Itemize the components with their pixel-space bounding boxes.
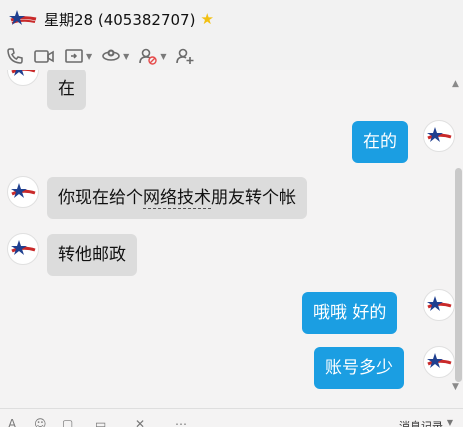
title-row: 星期28 (405382707) ★ bbox=[8, 6, 214, 32]
message-bubble-incoming[interactable]: 转他邮政 bbox=[47, 234, 137, 276]
message-bubble-outgoing[interactable]: 账号多少 bbox=[314, 347, 404, 389]
chevron-down-icon[interactable]: ▼ bbox=[447, 418, 453, 427]
chevron-down-icon[interactable]: ▼ bbox=[86, 52, 92, 61]
message-text: 你现在给个 bbox=[58, 188, 143, 208]
message-bubble-incoming[interactable]: 你现在给个网络技术朋友转个帐 bbox=[47, 177, 307, 219]
picture-icon[interactable]: ▭ bbox=[95, 417, 106, 427]
my-avatar[interactable] bbox=[423, 346, 455, 378]
scroll-up-icon[interactable]: ▲ bbox=[452, 79, 459, 89]
contact-avatar[interactable] bbox=[7, 176, 39, 208]
scissors-icon[interactable]: ✕ bbox=[135, 417, 145, 427]
message-bubble-incoming[interactable]: 在 bbox=[47, 70, 86, 110]
font-icon[interactable]: A bbox=[8, 417, 16, 427]
star-icon: ★ bbox=[200, 9, 214, 28]
message-text: 朋友转个帐 bbox=[211, 188, 296, 208]
more-icon[interactable]: ⋯ bbox=[175, 417, 187, 427]
chevron-down-icon[interactable]: ▼ bbox=[160, 52, 166, 61]
my-avatar[interactable] bbox=[423, 120, 455, 152]
chat-bubble-icon[interactable]: ▢ bbox=[62, 417, 73, 427]
highlighted-keyword[interactable]: 网络技术 bbox=[143, 188, 211, 209]
screen-share-icon[interactable]: ▼ bbox=[64, 44, 92, 68]
chat-window: 星期28 (405382707) ★ ▼ ▼ ▼ 在 在的 你现在给个网络技术朋… bbox=[0, 0, 463, 427]
message-history-button[interactable]: 消息记录 bbox=[399, 418, 443, 427]
chevron-down-icon[interactable]: ▼ bbox=[123, 52, 129, 61]
message-list[interactable]: 在 在的 你现在给个网络技术朋友转个帐 转他邮政 哦哦 好的 账号多少 ▲ ▼ bbox=[0, 70, 463, 408]
input-toolbar: A ☺ ▢ ▭ ✕ ⋯ 消息记录 ▼ bbox=[0, 408, 463, 427]
contact-avatar-icon[interactable] bbox=[8, 7, 38, 31]
message-bubble-outgoing[interactable]: 哦哦 好的 bbox=[302, 292, 398, 334]
message-bubble-outgoing[interactable]: 在的 bbox=[352, 121, 408, 163]
video-icon[interactable] bbox=[33, 44, 55, 68]
phone-icon[interactable] bbox=[6, 44, 24, 68]
contact-avatar[interactable] bbox=[7, 233, 39, 265]
scroll-down-icon[interactable]: ▼ bbox=[452, 382, 459, 392]
emoji-icon[interactable]: ☺ bbox=[34, 417, 47, 427]
block-user-icon[interactable]: ▼ bbox=[138, 44, 166, 68]
scrollbar-thumb[interactable] bbox=[455, 168, 462, 382]
contact-title[interactable]: 星期28 (405382707) bbox=[44, 9, 195, 30]
chat-header: 星期28 (405382707) ★ ▼ ▼ ▼ bbox=[0, 0, 463, 70]
contact-avatar[interactable] bbox=[7, 70, 39, 86]
my-avatar[interactable] bbox=[423, 289, 455, 321]
toolbar: ▼ ▼ ▼ bbox=[6, 44, 204, 68]
remote-assist-icon[interactable]: ▼ bbox=[101, 44, 129, 68]
add-friend-icon[interactable] bbox=[175, 44, 195, 68]
